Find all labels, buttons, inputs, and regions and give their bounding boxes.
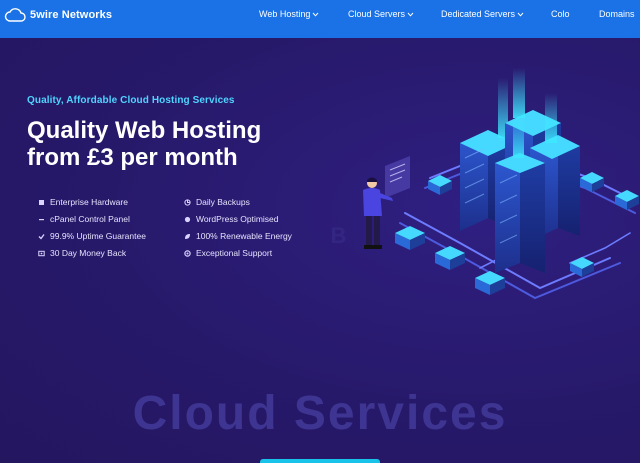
feature-item: cPanel Control Panel (38, 214, 130, 224)
backup-icon (184, 198, 191, 206)
nav-label: Web Hosting (259, 9, 311, 19)
hero-kicker: Quality, Affordable Cloud Hosting Servic… (27, 95, 235, 106)
cpanel-icon (38, 216, 45, 223)
nav-item-dedicated-servers[interactable]: Dedicated Servers (441, 9, 524, 19)
feature-item: 30 Day Money Back (38, 248, 126, 258)
chevron-down-icon (312, 11, 319, 18)
feature-item: Daily Backups (184, 197, 250, 207)
nav-item-cloud-servers[interactable]: Cloud Servers (348, 9, 414, 19)
nav-label: Domains (599, 9, 635, 19)
feature-item: 100% Renewable Energy (184, 231, 292, 241)
hero-section: Quality, Affordable Cloud Hosting Servic… (0, 38, 640, 463)
section-watermark-heading: Cloud Services (132, 387, 508, 440)
nav-item-web-hosting[interactable]: Web Hosting (259, 9, 319, 19)
nav-item-domains[interactable]: Domains (599, 9, 635, 19)
nav-label: Cloud Servers (348, 9, 406, 19)
money-icon (38, 250, 45, 257)
hologram-panel (385, 156, 410, 198)
datacenter-illustration: WEB (330, 68, 639, 300)
feature-item: WordPress Optimised (184, 214, 279, 224)
leaf-icon (184, 233, 191, 240)
feature-item: 99.9% Uptime Guarantee (38, 231, 146, 241)
hero-headline: Quality Web Hosting from £3 per month (27, 117, 317, 171)
top-navbar: 5wire Networks Web Hosting Cloud Servers… (0, 0, 640, 38)
feature-item: Enterprise Hardware (38, 197, 128, 207)
headline-line-1: Quality Web Hosting (27, 117, 262, 144)
nav-label: Dedicated Servers (441, 9, 516, 19)
check-icon (38, 233, 45, 240)
chevron-down-icon (407, 11, 414, 18)
chevron-down-icon (517, 11, 524, 18)
headline-line-2: from £3 per month (27, 144, 238, 171)
nav-label: Colo (551, 9, 570, 19)
wordpress-icon (184, 216, 191, 223)
feature-item: Exceptional Support (184, 248, 272, 258)
server-icon (38, 199, 45, 206)
illustration-watermark: WEB (330, 223, 346, 248)
support-icon (184, 249, 191, 257)
nav-item-colo[interactable]: Colo (551, 9, 570, 19)
cta-button-edge[interactable] (260, 459, 380, 463)
